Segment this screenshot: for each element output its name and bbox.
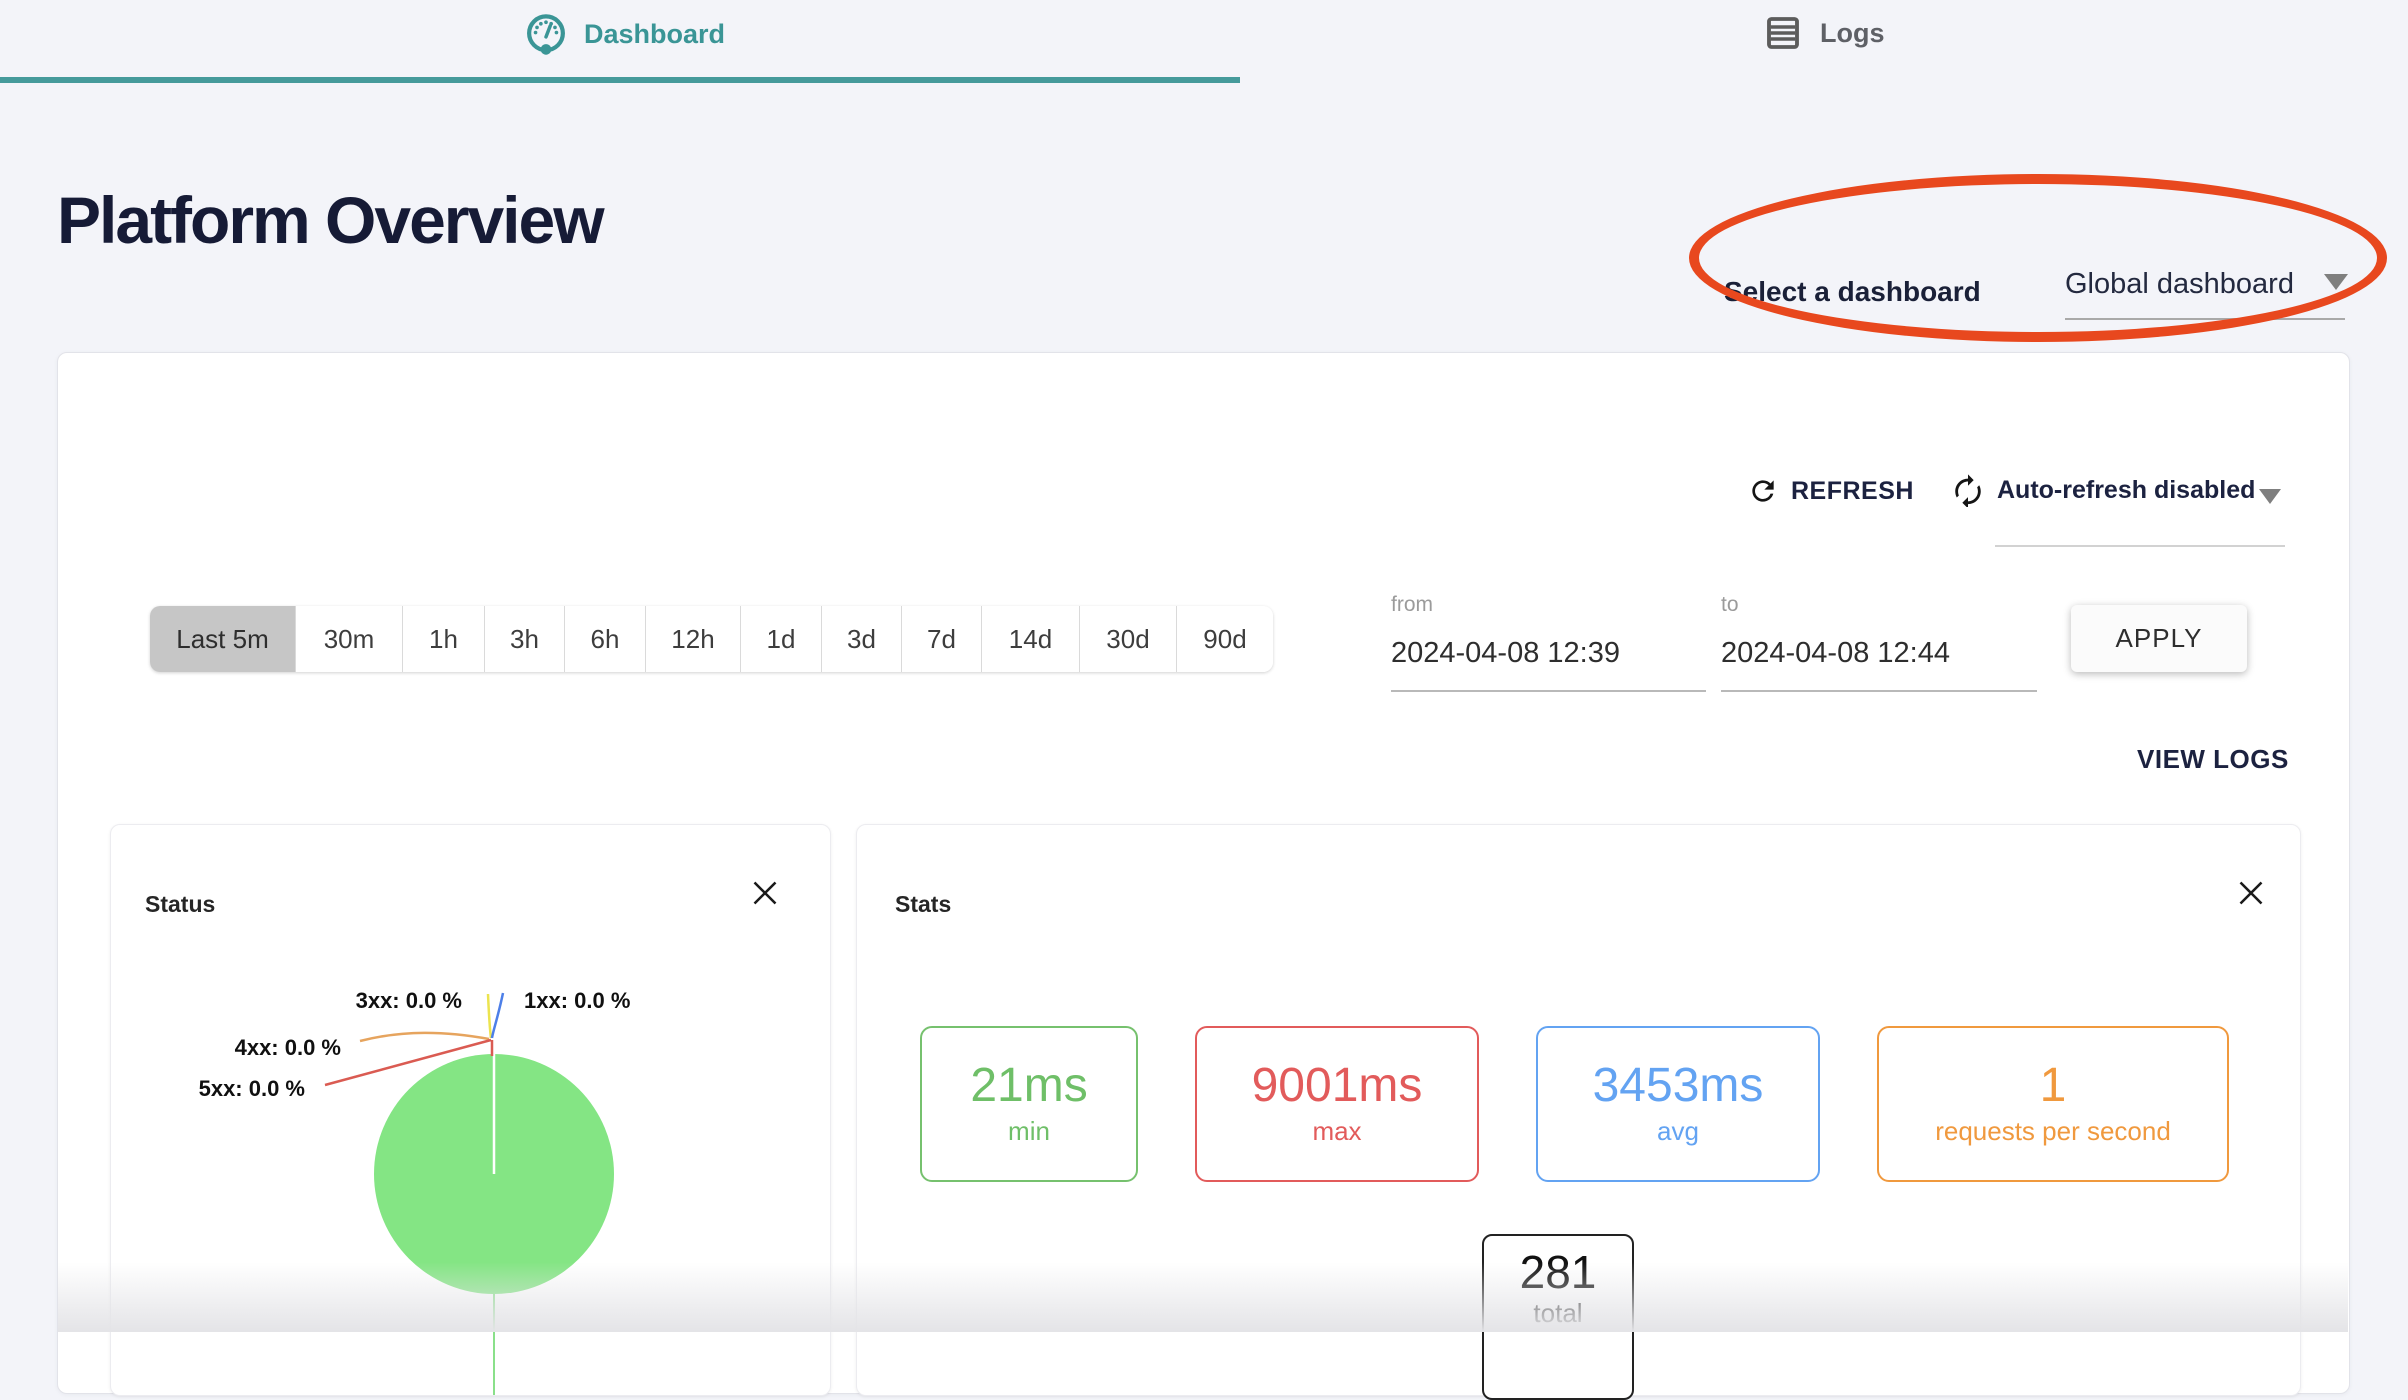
range-button-30d[interactable]: 30d [1079, 606, 1176, 672]
pie-leader-1xx [492, 993, 503, 1038]
tab-dashboard[interactable]: Dashboard [524, 12, 725, 56]
range-button-3d[interactable]: 3d [821, 606, 901, 672]
range-button-1d[interactable]: 1d [740, 606, 821, 672]
from-date-input[interactable] [1391, 637, 1701, 670]
pie-label-4xx: 4xx: 0.0 % [235, 1035, 341, 1060]
dashboard-selector-label: Select a dashboard [1724, 276, 1981, 308]
active-tab-underline [0, 77, 1240, 83]
range-button-12h[interactable]: 12h [645, 606, 740, 672]
range-button-7d[interactable]: 7d [901, 606, 981, 672]
stat-max-value: 9001ms [1252, 1061, 1423, 1111]
range-button-30m[interactable]: 30m [295, 606, 402, 672]
pie-leader-3xx [488, 994, 491, 1038]
dashboard-selector-value[interactable]: Global dashboard [2065, 268, 2294, 301]
autorefresh-underline [1995, 545, 2285, 547]
view-logs-link[interactable]: VIEW LOGS [2137, 744, 2289, 775]
stats-card-close-icon[interactable] [2233, 875, 2269, 911]
stat-rps-value: 1 [2040, 1061, 2067, 1111]
top-navigation: Dashboard Logs [0, 0, 2408, 84]
pie-label-3xx: 3xx: 0.0 % [356, 988, 462, 1013]
time-range-button-group: Last 5m 30m 1h 3h 6h 12h 1d 3d 7d 14d 30… [150, 606, 1273, 672]
stat-avg-value: 3453ms [1593, 1061, 1764, 1111]
from-date-underline [1391, 690, 1706, 692]
status-pie-chart: 3xx: 0.0 % 1xx: 0.0 % 4xx: 0.0 % 5xx: 0.… [111, 825, 830, 1395]
refresh-icon [1747, 475, 1779, 507]
pie-label-5xx: 5xx: 0.0 % [199, 1076, 305, 1101]
dashboard-selector-chevron-down-icon[interactable] [2324, 274, 2348, 290]
stat-min-label: min [1008, 1116, 1050, 1147]
autorefresh-chevron-down-icon[interactable] [2259, 489, 2281, 504]
autorefresh-sync-icon [1951, 473, 1985, 507]
tab-dashboard-label: Dashboard [584, 19, 725, 50]
refresh-button[interactable]: REFRESH [1747, 475, 1914, 507]
status-card: Status 3xx: 0.0 % 1xx: 0.0 % 4xx: 0.0 % … [110, 824, 831, 1396]
autorefresh-label: Auto-refresh disabled [1997, 476, 2255, 505]
tab-logs-label: Logs [1820, 18, 1885, 49]
dashboard-gauge-icon [524, 12, 568, 56]
stats-card: Stats 21ms min 9001ms max 3453ms avg 1 r… [856, 824, 2301, 1396]
to-label: to [1721, 593, 1739, 617]
dashboard-selector-underline [2065, 318, 2345, 320]
stat-rps-label: requests per second [1935, 1116, 2171, 1147]
pie-leader-4xx [360, 1033, 489, 1041]
total-requests-label: total [1533, 1298, 1582, 1329]
refresh-label: REFRESH [1791, 477, 1914, 506]
stat-avg-label: avg [1657, 1116, 1699, 1147]
annotation-red-ellipse [1689, 174, 2387, 342]
dashboard-panel: REFRESH Auto-refresh disabled Last 5m 30… [57, 352, 2350, 1394]
stat-box-max: 9001ms max [1195, 1026, 1479, 1182]
pie-label-1xx: 1xx: 0.0 % [524, 988, 630, 1013]
tab-logs[interactable]: Logs [1762, 12, 1885, 54]
total-requests-value: 281 [1520, 1248, 1597, 1296]
range-button-90d[interactable]: 90d [1176, 606, 1273, 672]
stat-min-value: 21ms [970, 1061, 1087, 1111]
to-date-input[interactable] [1721, 637, 2031, 670]
range-button-3h[interactable]: 3h [484, 606, 564, 672]
to-date-underline [1721, 690, 2037, 692]
total-requests-box: 281 total [1482, 1234, 1634, 1400]
stat-box-avg: 3453ms avg [1536, 1026, 1820, 1182]
range-button-1h[interactable]: 1h [402, 606, 484, 672]
apply-button[interactable]: APPLY [2071, 605, 2247, 672]
range-button-last-5m[interactable]: Last 5m [150, 606, 295, 672]
stat-box-rps: 1 requests per second [1877, 1026, 2229, 1182]
range-button-14d[interactable]: 14d [981, 606, 1079, 672]
stat-box-min: 21ms min [920, 1026, 1138, 1182]
range-button-6h[interactable]: 6h [564, 606, 645, 672]
page-title: Platform Overview [57, 182, 603, 258]
from-label: from [1391, 593, 1433, 617]
logs-list-icon [1762, 12, 1804, 54]
stat-max-label: max [1312, 1116, 1361, 1147]
stats-card-title: Stats [895, 891, 951, 918]
autorefresh-select[interactable]: Auto-refresh disabled [1951, 473, 2255, 507]
